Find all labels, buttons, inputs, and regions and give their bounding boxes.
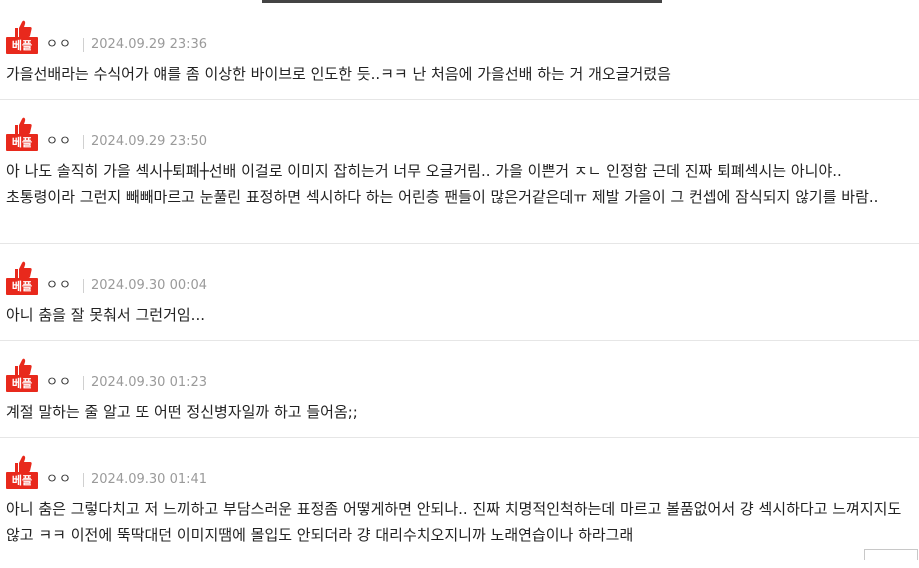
header-divider xyxy=(83,376,84,390)
thumbs-up-icon xyxy=(15,455,32,472)
header-divider xyxy=(83,135,84,149)
comment-header: 베플 ㅇㅇ 2024.09.29 23:36 xyxy=(6,20,406,56)
header-divider xyxy=(83,279,84,293)
more-button[interactable] xyxy=(864,549,918,560)
comment-date: 2024.09.29 23:36 xyxy=(91,37,208,52)
header-divider xyxy=(83,38,84,52)
comment-date: 2024.09.30 01:23 xyxy=(91,375,208,390)
thumbs-up-icon xyxy=(15,20,32,37)
best-badge-label: 베플 xyxy=(6,375,38,392)
comment-text: 아니 춤을 잘 못춰서 그런거임... xyxy=(6,306,205,324)
author-nickname[interactable]: ㅇㅇ xyxy=(46,277,72,295)
author-nickname[interactable]: ㅇㅇ xyxy=(46,133,72,151)
comment-text: 아 나도 솔직히 가을 섹시┼퇴폐┼선배 이걸로 이미지 잡히는거 너무 오글거… xyxy=(6,162,879,206)
comment-item: 베플 ㅇㅇ 2024.09.29 23:36 가을선배라는 수식어가 얘를 좀 … xyxy=(0,3,919,100)
comment-header: 베플 ㅇㅇ 2024.09.30 01:41 xyxy=(6,455,406,491)
header-divider xyxy=(83,473,84,487)
comment-header: 베플 ㅇㅇ 2024.09.29 23:50 xyxy=(6,117,406,153)
comment-item: 베플 ㅇㅇ 2024.09.30 01:41 아니 춤은 그렇다치고 저 느끼하… xyxy=(0,438,919,568)
best-badge-label: 베플 xyxy=(6,37,38,54)
comment-header: 베플 ㅇㅇ 2024.09.30 00:04 xyxy=(6,261,406,297)
comment-item: 베플 ㅇㅇ 2024.09.30 01:23 계절 말하는 줄 알고 또 어떤 … xyxy=(0,341,919,438)
best-badge-label: 베플 xyxy=(6,278,38,295)
author-nickname[interactable]: ㅇㅇ xyxy=(46,374,72,392)
thumbs-up-icon xyxy=(15,117,32,134)
comment-item: 베플 ㅇㅇ 2024.09.29 23:50 아 나도 솔직히 가을 섹시┼퇴폐… xyxy=(0,100,919,244)
best-comment-badge: 베플 xyxy=(6,455,38,491)
comment-text: 아니 춤은 그렇다치고 저 느끼하고 부담스러운 표정좀 어떻게하면 안되나..… xyxy=(6,500,902,544)
best-comment-badge: 베플 xyxy=(6,117,38,153)
comment-date: 2024.09.30 01:41 xyxy=(91,472,208,487)
comment-date: 2024.09.29 23:50 xyxy=(91,134,208,149)
best-badge-label: 베플 xyxy=(6,472,38,489)
comment-text: 계절 말하는 줄 알고 또 어떤 정신병자일까 하고 들어옴;; xyxy=(6,403,358,421)
comment-header: 베플 ㅇㅇ 2024.09.30 01:23 xyxy=(6,358,406,394)
thumbs-up-icon xyxy=(15,261,32,278)
author-nickname[interactable]: ㅇㅇ xyxy=(46,36,72,54)
thumbs-up-icon xyxy=(15,358,32,375)
comment-item: 베플 ㅇㅇ 2024.09.30 00:04 아니 춤을 잘 못춰서 그런거임.… xyxy=(0,244,919,341)
comment-date: 2024.09.30 00:04 xyxy=(91,278,208,293)
best-badge-label: 베플 xyxy=(6,134,38,151)
best-comment-badge: 베플 xyxy=(6,20,38,56)
author-nickname[interactable]: ㅇㅇ xyxy=(46,471,72,489)
best-comment-badge: 베플 xyxy=(6,261,38,297)
comment-text: 가을선배라는 수식어가 얘를 좀 이상한 바이브로 인도한 듯..ㅋㅋ 난 처음… xyxy=(6,65,671,83)
best-comment-badge: 베플 xyxy=(6,358,38,394)
